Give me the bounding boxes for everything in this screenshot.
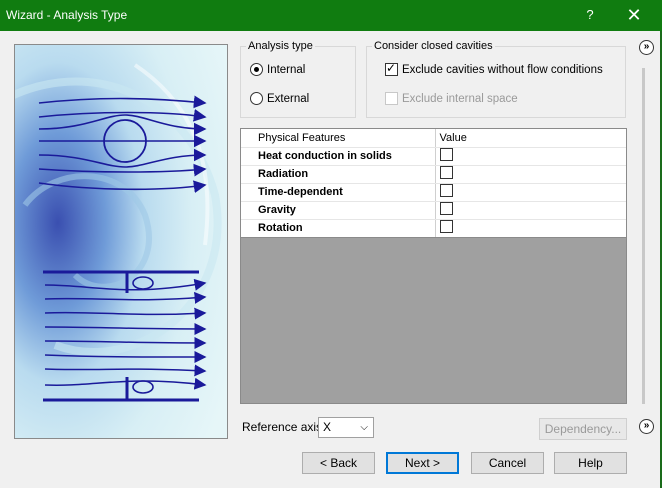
vertical-scrollbar[interactable] [642,68,645,404]
exclude-no-flow-checkbox[interactable]: ✓ Exclude cavities without flow conditio… [385,61,603,76]
analysis-type-group [240,46,356,118]
dependency-button[interactable]: Dependency... [539,418,627,440]
next-button[interactable]: Next > [386,452,459,474]
closed-cavities-group [366,46,626,118]
flow-diagram-image [15,45,227,438]
heat-conduction-checkbox[interactable] [439,148,453,161]
feature-label: Gravity [241,201,436,220]
feature-label: Heat conduction in solids [241,147,436,166]
feature-label: Rotation [241,219,436,238]
help-button[interactable]: Help [554,452,627,474]
table-header-row: Physical Features Value [241,129,626,148]
window-title: Wizard - Analysis Type [6,8,128,22]
header-physical-features: Physical Features [241,129,436,148]
check-icon: ✓ [386,61,397,75]
exclude-internal-label: Exclude internal space [402,92,518,105]
radio-internal[interactable]: Internal [250,63,305,76]
radio-external-label: External [267,92,310,105]
feature-value-cell [435,201,626,220]
table-row[interactable]: Heat conduction in solids [241,147,626,166]
physical-features-table: Physical Features Value Heat conduction … [240,128,627,404]
rotation-checkbox[interactable] [439,220,453,233]
table-row[interactable]: Rotation [241,219,626,238]
time-dependent-checkbox[interactable] [439,184,453,197]
closed-cavities-label: Consider closed cavities [372,40,495,52]
radio-external-indicator[interactable] [250,92,263,105]
exclude-internal-checkbox[interactable]: Exclude internal space [385,92,518,105]
table-row[interactable]: Gravity [241,201,626,220]
feature-value-cell [435,183,626,202]
back-button[interactable]: < Back [302,452,375,474]
exclude-internal-box[interactable] [385,92,398,105]
header-value: Value [435,129,626,148]
radiation-checkbox[interactable] [439,166,453,179]
feature-value-cell [435,147,626,166]
gravity-checkbox[interactable] [439,202,453,215]
reference-axis-label: Reference axis: [242,420,326,434]
title-bar: Wizard - Analysis Type ? ✕ [0,0,662,31]
table-row[interactable]: Time-dependent [241,183,626,202]
feature-value-cell [435,165,626,184]
help-title-button[interactable]: ? [580,5,600,25]
expand-bottom-button[interactable]: » [639,419,654,434]
radio-internal-label: Internal [267,63,306,76]
expand-top-button[interactable]: » [639,40,654,55]
cancel-button[interactable]: Cancel [471,452,544,474]
features-grid: Physical Features Value Heat conduction … [241,129,626,238]
feature-value-cell [435,219,626,238]
close-button[interactable]: ✕ [620,4,648,26]
chevron-down-icon: ⌵ [360,422,368,433]
reference-axis-value: X [323,420,332,434]
exclude-no-flow-label: Exclude cavities without flow conditions [402,63,603,76]
feature-label: Time-dependent [241,183,436,202]
reference-axis-select[interactable]: X ⌵ [318,417,374,438]
table-row[interactable]: Radiation [241,165,626,184]
analysis-type-label: Analysis type [246,40,315,52]
radio-external[interactable]: External [250,92,309,105]
analysis-illustration [14,44,228,439]
feature-label: Radiation [241,165,436,184]
exclude-no-flow-box[interactable]: ✓ [385,61,398,76]
radio-internal-indicator[interactable] [250,63,263,76]
